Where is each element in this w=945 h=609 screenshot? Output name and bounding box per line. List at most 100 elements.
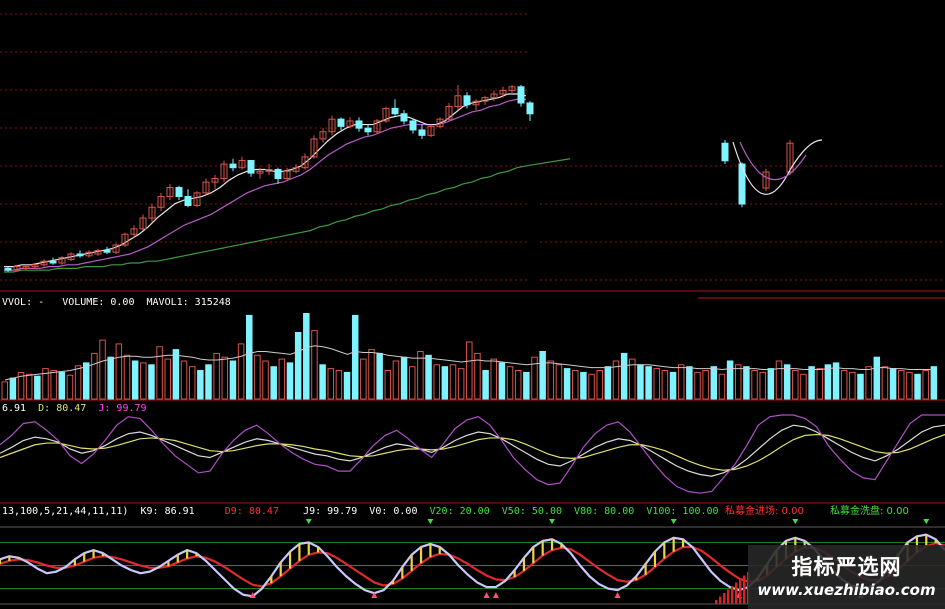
candle-body [49,260,57,264]
kdj-k-line [0,424,945,477]
volume-bar [392,360,400,400]
volume-bar [775,360,783,400]
volume-bar [360,358,367,400]
volume-bar [661,370,669,400]
volume-bar [286,362,294,400]
volume-bar [131,360,139,400]
volume-bar [881,366,889,400]
volume-bar [800,373,807,400]
volume-bar [563,368,571,400]
volume-bar [906,371,913,400]
volume-bar [188,366,196,400]
buy-arrow [614,592,621,598]
kdj-d-line [0,433,945,471]
volume-bar [164,358,171,400]
volume-bar [653,368,660,400]
red-histogram-bar [727,589,730,604]
ma-white-line [732,139,823,195]
volume-bar [433,364,440,400]
volume-bar [319,364,326,400]
volume-name: VVOL: - [2,297,45,308]
volume-bar [58,371,66,400]
volume-bar [555,364,563,400]
v100-value: V100: 100.00 [646,506,719,517]
sell-arrow [305,519,312,524]
v20-value: V20: 20.00 [429,506,490,517]
volume-bar [865,366,872,400]
volume-bar [246,314,253,400]
price-candles [4,85,534,272]
candle-body [463,95,471,106]
v80-value: V80: 80.00 [574,506,635,517]
volume-bar [449,364,457,400]
mavol-value: MAVOL1: 315248 [146,297,231,308]
candle-body [364,127,372,133]
volume-bar [294,332,302,400]
volume-bar [889,368,897,400]
right-price-candles [721,139,823,208]
volume-bar [409,366,416,400]
volume-bar [123,354,131,400]
sell-arrow [549,519,556,524]
volume-bar [148,364,155,400]
volume-bar [172,349,180,400]
kdj-header: 6.91 D: 80.47 J: 99.79 [2,403,147,415]
j9-value: J9: 99.79 [303,506,358,517]
sell-arrow [670,519,677,524]
candle-body [229,163,237,169]
volume-bar [580,371,587,400]
v50-value: V50: 50.00 [501,506,562,517]
volume-bar [221,356,229,400]
volume-bar [514,370,522,400]
candle-body [391,107,399,115]
volume-bar [620,352,628,400]
volume-bar [1,381,8,400]
red-histogram-bar [719,596,722,604]
volume-bar [311,330,318,400]
volume-bar [237,343,245,400]
sell-arrow [792,519,799,524]
red-histogram-bar [743,575,746,604]
volume-bar [677,364,685,400]
kdj-lines [0,414,945,494]
watermark-box: 指标严选网 www.xuezhibiao.com [748,545,945,609]
volume-bar [840,370,848,400]
volume-bar [9,377,17,400]
k9-value: K9: 86.91 [140,506,195,517]
candle-body [355,120,363,129]
volume-bar [718,373,726,400]
volume-bar [441,366,449,400]
volume-bar [99,339,106,400]
volume-bar [930,366,938,400]
kdj-d-value: D: 80.47 [38,403,87,414]
private-fund-out-label: 私募金洗盘: 0.00 [830,506,909,517]
volume-bar [849,371,856,400]
volume-bar [898,370,905,400]
volume-bar [270,366,277,400]
volume-bar [743,366,750,400]
volume-bar [327,368,334,400]
kdj-j-value: J: 99.79 [98,403,147,414]
volume-bar [368,349,375,400]
candle-body [526,102,534,115]
volume-bar [156,346,163,400]
volume-bar [816,368,823,400]
volume-bar [376,352,383,400]
volume-bar [205,364,212,400]
watermark-url: www.xuezhibiao.com [757,581,936,599]
volume-bar [857,373,864,400]
volume-bar [278,358,286,400]
volume-bar [726,360,734,400]
buy-arrow [492,592,499,598]
candle-body [738,163,746,205]
volume-bar [873,356,881,400]
volume-bars [1,313,938,400]
moving-average-lines [4,93,571,273]
red-histogram-bar [715,600,718,604]
volume-bar [140,362,147,400]
volume-bar [759,371,766,400]
ma-white-line [4,93,527,268]
candle-body [175,186,183,197]
volume-bar [66,374,74,400]
chart-gap-mask [533,0,945,140]
